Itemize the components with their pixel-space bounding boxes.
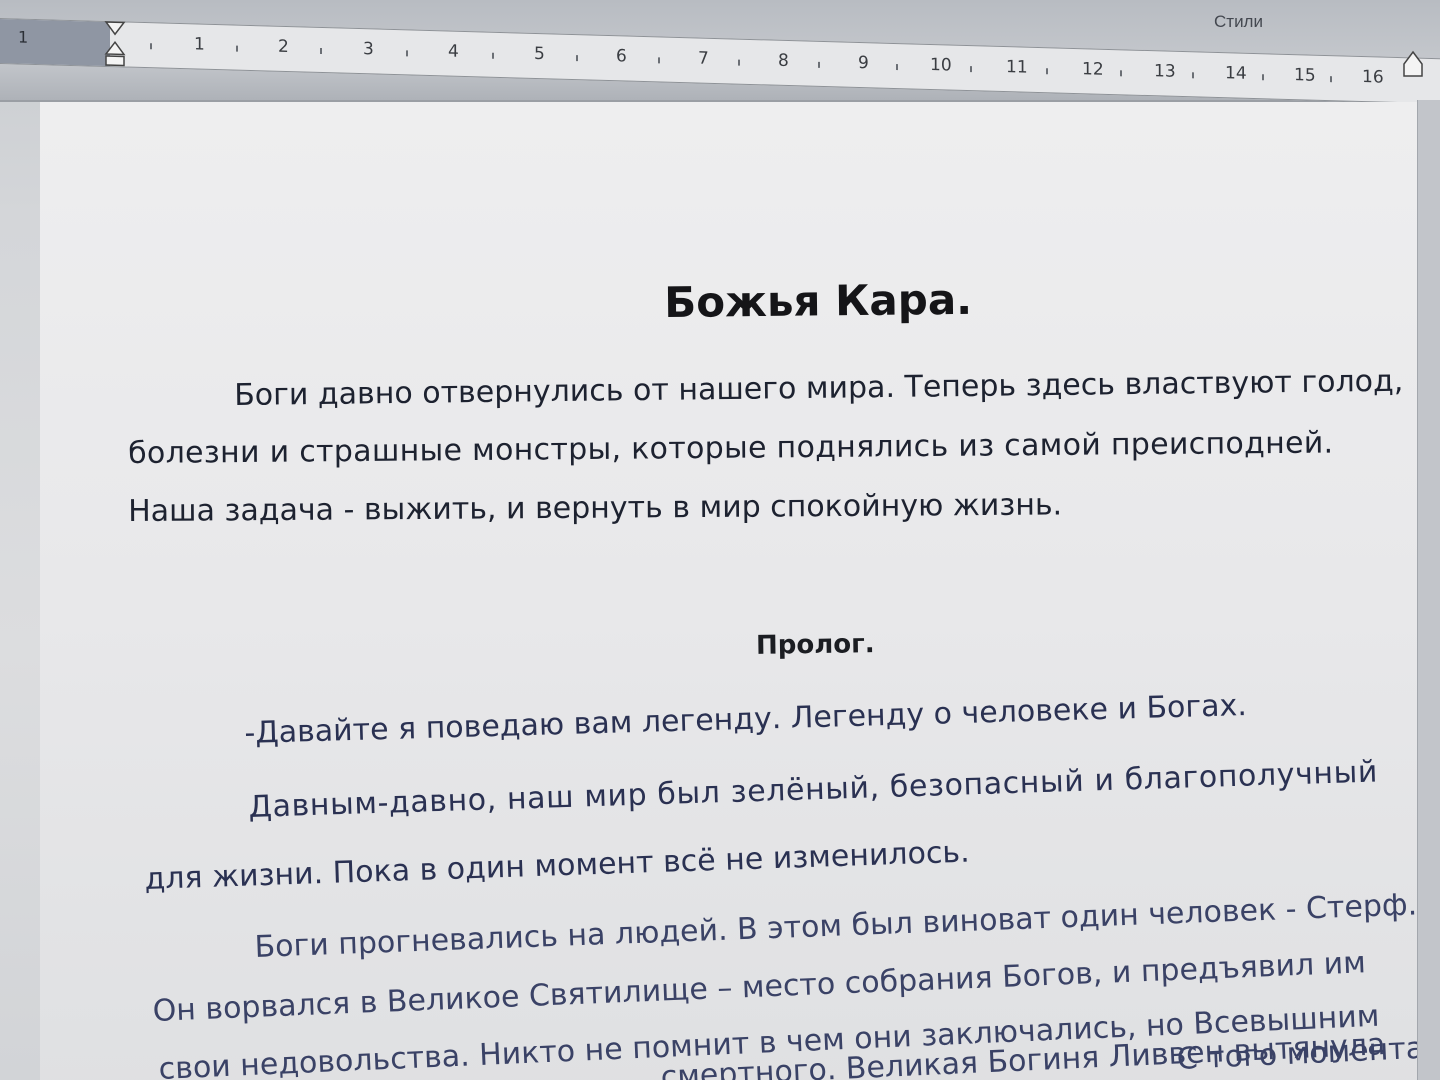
ruler-tick: 2 — [278, 36, 289, 58]
ruler-minor-tick — [970, 66, 972, 73]
vertical-scrollbar[interactable] — [1417, 100, 1440, 1080]
ruler-margin-number: 1 — [18, 27, 29, 47]
ruler-tick: 7 — [698, 48, 709, 69]
document-page[interactable]: Божья Кара. Боги давно отвернулись от на… — [40, 102, 1425, 1080]
ruler-minor-tick — [236, 45, 238, 52]
ruler-minor-tick — [576, 55, 578, 62]
ruler-minor-tick — [896, 64, 898, 71]
ruler-tick: 14 — [1225, 63, 1247, 84]
indent-marker-icon[interactable] — [104, 20, 126, 69]
ruler-tick: 8 — [778, 50, 789, 72]
ruler-tick: 13 — [1154, 61, 1176, 82]
ruler-minor-tick — [406, 50, 408, 57]
word-window: 1 1 2 3 4 5 6 7 8 9 10 11 12 13 14 15 16 — [0, 0, 1440, 1080]
prologue-line: для жизни. Пока в один момент всё не изм… — [144, 834, 971, 897]
ruler-minor-tick — [1046, 68, 1048, 75]
ruler-minor-tick — [658, 57, 660, 64]
ruler-tick: 9 — [858, 52, 869, 74]
ruler-tick: 11 — [1006, 57, 1028, 78]
ruler-tick: 4 — [448, 41, 459, 62]
ruler-tick: 10 — [930, 54, 952, 76]
styles-group-label[interactable]: Стили — [1214, 12, 1263, 32]
ruler-left-margin: 1 — [0, 19, 110, 67]
document-title: Божья Кара. — [664, 274, 973, 327]
ruler-tick: 16 — [1362, 67, 1384, 88]
ruler-minor-tick — [320, 47, 322, 54]
section-heading: Пролог. — [755, 629, 875, 661]
ruler-tick: 6 — [616, 46, 627, 67]
ruler-minor-tick — [1330, 76, 1332, 83]
ruler-minor-tick — [1192, 72, 1194, 79]
ruler-tick: 5 — [534, 43, 545, 65]
ruler-tick: 12 — [1082, 59, 1104, 80]
ruler-bar: 1 1 2 3 4 5 6 7 8 9 10 11 12 13 14 15 16 — [0, 0, 1440, 105]
ruler-tick: 15 — [1294, 65, 1316, 86]
intro-line: Наша задача - выжить, и вернуть в мир сп… — [128, 487, 1063, 529]
ruler-minor-tick — [1120, 70, 1122, 77]
prologue-line: Давным-давно, наш мир был зелёный, безоп… — [248, 754, 1379, 825]
ruler-minor-tick — [150, 43, 152, 50]
prologue-line: -Давайте я поведаю вам легенду. Легенду … — [244, 688, 1248, 751]
intro-line: Боги давно отвернулись от нашего мира. Т… — [234, 363, 1404, 413]
ruler-minor-tick — [738, 59, 740, 66]
ruler-minor-tick — [1262, 74, 1264, 81]
ruler-tick: 1 — [194, 34, 205, 55]
ruler-minor-tick — [818, 61, 820, 68]
ruler-minor-tick — [492, 52, 494, 59]
ruler-tick: 3 — [363, 39, 374, 60]
intro-line: болезни и страшные монстры, которые подн… — [128, 425, 1334, 471]
right-indent-marker-icon[interactable] — [1402, 50, 1424, 80]
